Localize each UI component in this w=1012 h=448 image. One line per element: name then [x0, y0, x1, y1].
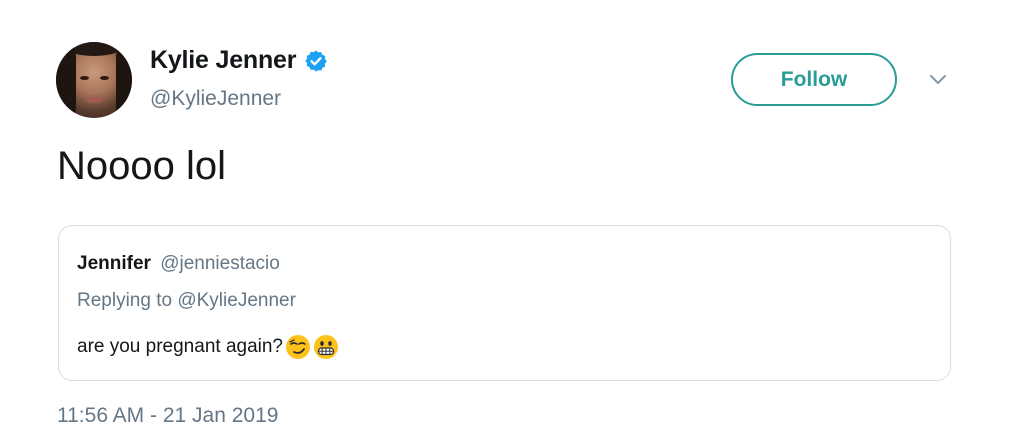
author-handle[interactable]: @KylieJenner	[150, 87, 281, 111]
author-display-name[interactable]: Kylie Jenner	[150, 46, 296, 75]
smirking-face-emoji-icon	[286, 335, 310, 359]
quoted-author-handle: @jenniestacio	[160, 253, 280, 274]
avatar-eye-left	[80, 76, 89, 80]
tweet-timestamp[interactable]: 11:56 AM - 21 Jan 2019	[57, 404, 278, 428]
quoted-tweet-text-row: are you pregnant again?	[77, 334, 339, 360]
quoted-tweet-text: are you pregnant again?	[77, 336, 283, 357]
follow-button[interactable]: Follow	[731, 53, 897, 106]
chevron-down-icon[interactable]	[928, 73, 948, 87]
author-name-row: Kylie Jenner	[150, 46, 328, 75]
quoted-tweet-author: Jennifer @jenniestacio	[77, 253, 280, 275]
avatar-hair-right	[116, 42, 132, 118]
grimacing-face-emoji-icon	[314, 335, 338, 359]
avatar-eye-right	[100, 76, 109, 80]
avatar-hair-left	[56, 42, 76, 118]
author-avatar[interactable]	[56, 42, 132, 118]
replying-to-line: Replying to @KylieJenner	[77, 290, 296, 312]
replying-to-mention[interactable]: @KylieJenner	[177, 290, 296, 311]
quoted-author-name: Jennifer	[77, 253, 151, 274]
avatar-lips	[86, 97, 103, 103]
quoted-tweet-card[interactable]: Jennifer @jenniestacio Replying to @Kyli…	[58, 225, 951, 381]
replying-to-prefix: Replying to	[77, 290, 173, 311]
verified-badge-icon	[305, 50, 328, 71]
tweet-text: Noooo lol	[57, 144, 227, 188]
